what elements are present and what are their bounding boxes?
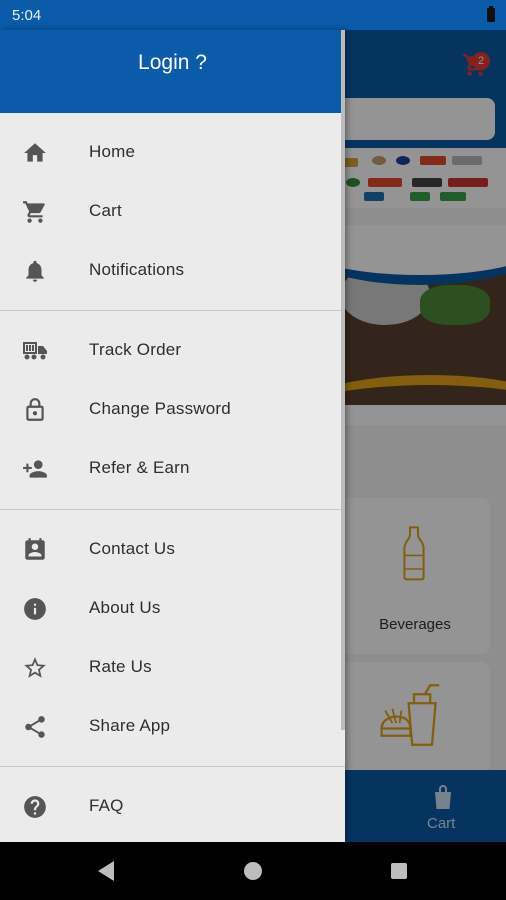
menu-item-label: Change Password (89, 399, 231, 418)
back-icon[interactable] (98, 861, 114, 881)
menu-divider (0, 766, 345, 767)
menu-item-label: Contact Us (89, 539, 176, 558)
menu-item-label: Rate Us (89, 657, 152, 676)
menu-item-notifications[interactable]: Notifications (0, 241, 345, 300)
menu-item-about-us[interactable]: About Us (0, 579, 345, 638)
bell-icon (22, 258, 48, 284)
menu-item-contact-us[interactable]: Contact Us (0, 520, 345, 579)
menu-divider (0, 310, 345, 311)
system-navigation-bar (0, 842, 506, 900)
lock-icon (22, 397, 48, 423)
menu-item-label: Refer & Earn (89, 458, 190, 477)
status-time: 5:04 (12, 7, 42, 24)
login-prompt[interactable]: Login ? (0, 51, 345, 75)
menu-divider (0, 509, 345, 510)
menu-item-label: Track Order (89, 340, 182, 359)
menu-item-faq[interactable]: FAQ (0, 777, 345, 836)
home-button-icon[interactable] (244, 862, 262, 880)
drawer-header: Login ? (0, 30, 345, 113)
menu-item-change-password[interactable]: Change Password (0, 380, 345, 439)
cart-icon (22, 199, 48, 225)
help-icon (22, 794, 48, 820)
menu-item-refer-earn[interactable]: Refer & Earn (0, 439, 345, 498)
menu-item-label: About Us (89, 598, 161, 617)
recent-apps-icon[interactable] (391, 863, 407, 879)
menu-item-label: Home (89, 142, 136, 161)
menu-item-label: FAQ (89, 796, 124, 815)
menu-item-home[interactable]: Home (0, 123, 345, 182)
menu-item-share-app[interactable]: Share App (0, 697, 345, 756)
share-icon (22, 714, 48, 740)
menu-item-track-order[interactable]: Track Order (0, 321, 345, 380)
menu-item-cart[interactable]: Cart (0, 182, 345, 241)
contact-card-icon (22, 537, 48, 563)
drawer-scrollbar[interactable] (341, 30, 345, 730)
battery-icon (487, 6, 495, 22)
navigation-drawer: Login ? Home Cart Notifications Track Or… (0, 30, 345, 842)
menu-item-label: Notifications (89, 260, 185, 279)
truck-icon (22, 338, 48, 364)
menu-item-label: Share App (89, 716, 171, 735)
status-bar: 5:04 (0, 0, 506, 30)
menu-item-rate-us[interactable]: Rate Us (0, 638, 345, 697)
info-icon (22, 596, 48, 622)
person-add-icon (22, 456, 48, 482)
home-icon (22, 140, 48, 166)
menu-item-label: Cart (89, 201, 122, 220)
star-icon (22, 655, 48, 681)
